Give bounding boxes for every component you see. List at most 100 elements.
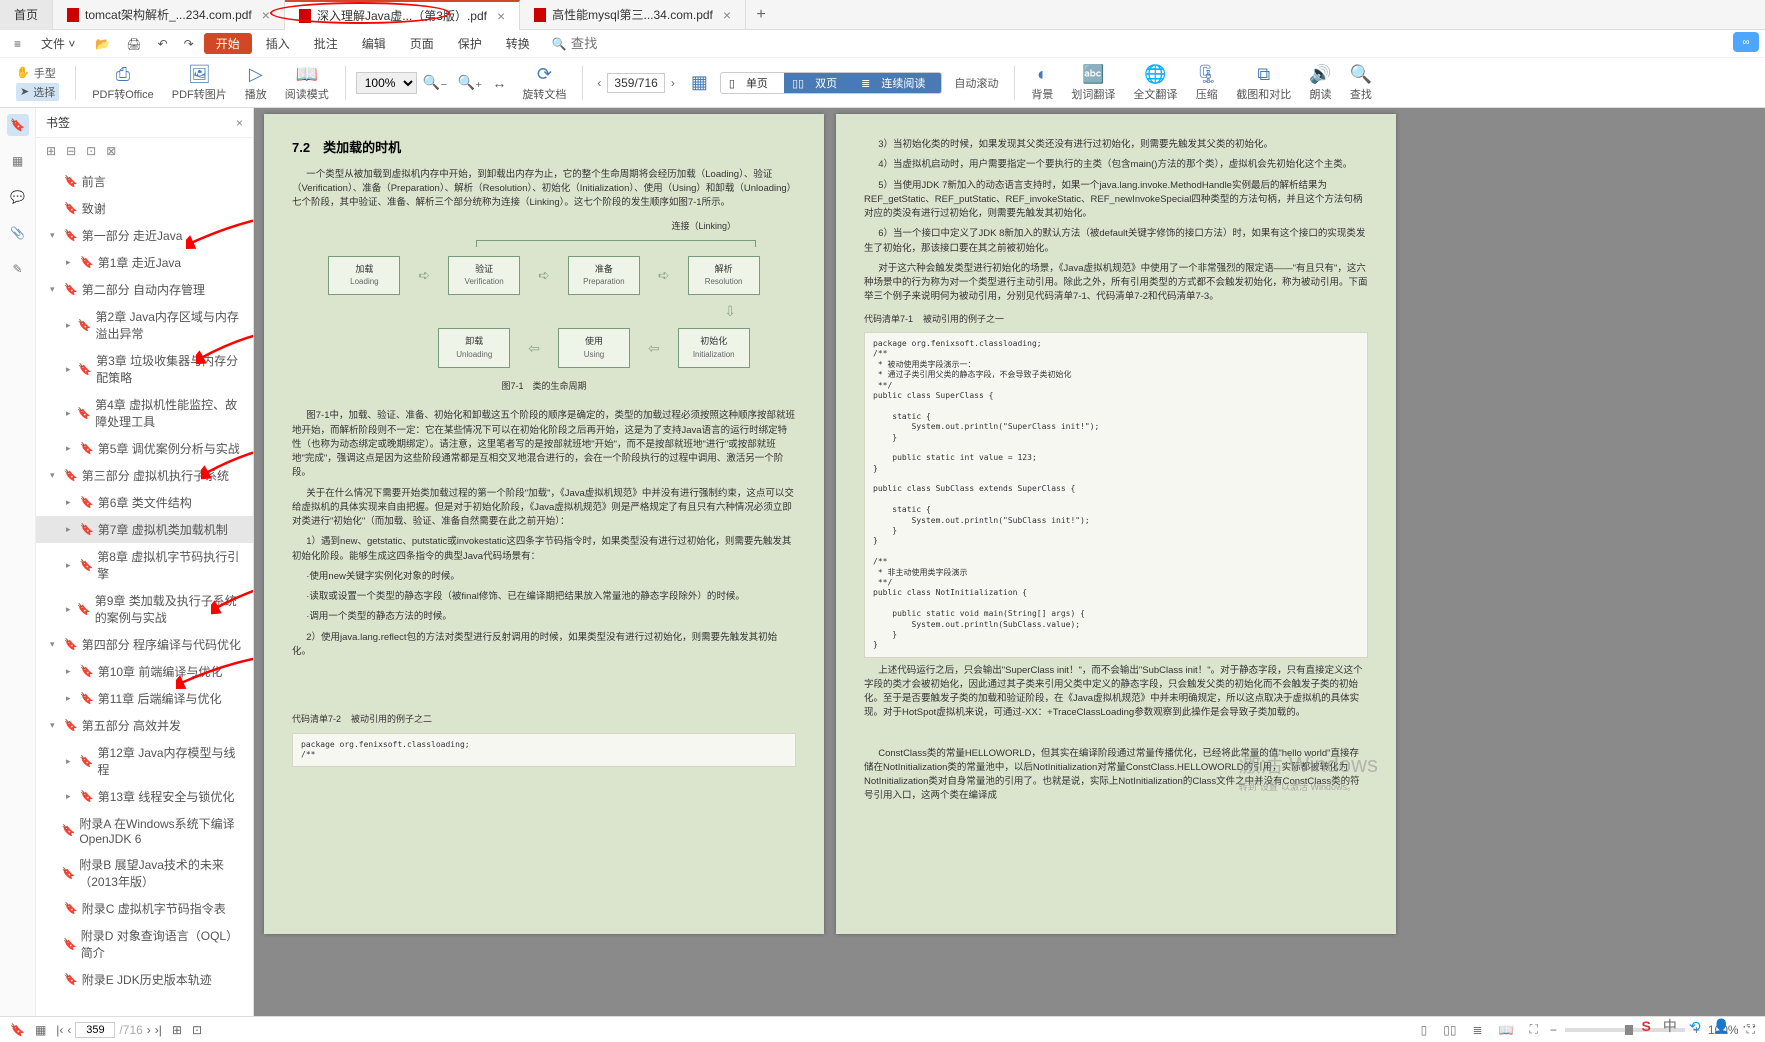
bookmark-node[interactable]: ▾🔖第二部分 自动内存管理 [36,276,253,303]
menu-file[interactable]: 文件 ˅ [31,33,85,54]
tab-doc-0[interactable]: tomcat架构解析_...234.com.pdf × [53,0,285,30]
page-number-input[interactable] [75,1022,115,1038]
bookmark-node[interactable]: ▾🔖第三部分 虚拟机执行子系统 [36,462,253,489]
background-button[interactable]: ◐背景 [1025,64,1059,102]
bookmarks-tab-icon[interactable]: 🔖 [7,114,29,136]
bookmark-node[interactable]: ▸🔖第3章 垃圾收集器与内存分配策略 [36,347,253,391]
bookmark-node[interactable]: 🔖附录B 展望Java技术的未来（2013年版） [36,851,253,895]
tray-icon[interactable]: 中 [1660,1014,1680,1038]
undo-icon[interactable]: ↶ [152,35,174,53]
bookmark-node[interactable]: ▸🔖第10章 前端编译与优化 [36,658,253,685]
find-button[interactable]: 🔍查找 [1344,64,1378,102]
tray-icon[interactable]: 👤 [1710,1016,1733,1037]
bookmark-node[interactable]: ▸🔖第5章 调优案例分析与实战 [36,435,253,462]
zoom-out-icon[interactable]: 🔍₋ [419,74,452,91]
bookmark-node[interactable]: ▸🔖第1章 走近Java [36,249,253,276]
bookmark-node[interactable]: ▸🔖第12章 Java内存模型与线程 [36,739,253,783]
bookmark-node[interactable]: 🔖附录C 虚拟机字节码指令表 [36,895,253,922]
thumbnails-tab-icon[interactable]: ▦ [7,150,29,172]
bookmark-node[interactable]: 🔖致谢 [36,195,253,222]
bookmark-node[interactable]: ▸🔖第13章 线程安全与锁优化 [36,783,253,810]
menu-page[interactable]: 页面 [400,33,444,54]
tray-icon[interactable]: ⋯ [1739,1016,1759,1037]
read-aloud-button[interactable]: 🔊朗读 [1303,64,1337,102]
bookmark-node[interactable]: ▸🔖第6章 类文件结构 [36,489,253,516]
search-input[interactable] [571,36,631,51]
fit-width-icon[interactable]: ↔ [488,75,510,91]
tab-doc-2[interactable]: 高性能mysql第三...34.com.pdf × [520,0,746,30]
play-button[interactable]: ▷播放 [239,64,273,102]
bm-tool-icon[interactable]: ⊟ [66,144,76,158]
bookmark-node[interactable]: ▸🔖第8章 虚拟机字节码执行引擎 [36,543,253,587]
sb-tool-icon[interactable]: ⊞ [172,1023,182,1037]
zoom-out-button[interactable]: − [1550,1023,1557,1037]
bookmark-node[interactable]: ▸🔖第2章 Java内存区域与内存溢出异常 [36,303,253,347]
next-page-icon[interactable]: › [147,1023,151,1037]
bookmark-node[interactable]: ▸🔖第4章 虚拟机性能监控、故障处理工具 [36,391,253,435]
hand-tool[interactable]: ✋ 手型 [16,65,59,81]
zoom-select[interactable]: 100% [356,72,417,94]
view-book-icon[interactable]: 📖 [1495,1021,1518,1039]
menu-protect[interactable]: 保护 [448,33,492,54]
menu-search[interactable]: 🔍 [552,36,631,51]
comments-tab-icon[interactable]: 💬 [7,186,29,208]
tab-home[interactable]: 首页 [0,0,53,30]
menu-start[interactable]: 开始 [204,33,252,54]
menu-insert[interactable]: 插入 [256,33,300,54]
bookmark-node[interactable]: 🔖附录E JDK历史版本轨迹 [36,966,253,993]
first-page-icon[interactable]: |‹ [56,1023,63,1037]
pdf-to-office-button[interactable]: ⎙PDF转Office [86,64,160,102]
tab-doc-1[interactable]: 深入理解Java虚...（第3版）.pdf × [285,0,520,30]
fit-page-icon[interactable]: ⛶ [1525,1020,1541,1039]
zoom-in-icon[interactable]: 🔍₊ [454,74,487,91]
close-icon[interactable]: × [723,7,731,23]
view-cont-icon[interactable]: ≣ [1468,1021,1486,1039]
bm-tool-icon[interactable]: ⊡ [86,144,96,158]
read-mode-button[interactable]: 📖阅读模式 [279,64,335,102]
thumbnails-sb-icon[interactable]: ▦ [35,1023,46,1037]
double-page[interactable]: ▯▯ 双页 [784,73,853,93]
bookmark-node[interactable]: ▾🔖第五部分 高效并发 [36,712,253,739]
bookmark-node[interactable]: 🔖附录D 对象查询语言（OQL）简介 [36,922,253,966]
bm-tool-icon[interactable]: ⊞ [46,144,56,158]
tray-icon[interactable]: ⟲ [1686,1016,1704,1037]
redo-icon[interactable]: ↷ [178,35,200,53]
select-tool[interactable]: ➤ 选择 [16,83,59,101]
close-panel-icon[interactable]: × [236,116,243,130]
page-prev-icon[interactable]: ‹ [593,76,605,90]
menu-convert[interactable]: 转换 [496,33,540,54]
tray-icon[interactable]: S [1638,1016,1653,1036]
page-input[interactable]: 359/716 [607,73,664,93]
open-icon[interactable]: 📂 [89,35,116,53]
prev-page-icon[interactable]: ‹ [67,1023,71,1037]
compress-button[interactable]: 🗜压缩 [1189,64,1224,102]
hamburger-icon[interactable]: ≡ [8,35,27,53]
view-single-icon[interactable]: ▯ [1417,1021,1432,1039]
full-translate-button[interactable]: 🌐全文翻译 [1127,64,1183,102]
layout-toggle[interactable]: ▯ 单页 ▯▯ 双页 ≣ 连续阅读 [720,72,943,94]
crop-compare-button[interactable]: ⧉截图和对比 [1230,64,1297,102]
document-view[interactable]: 7.2 类加载的时机 一个类型从被加载到虚拟机内存中开始，到卸载出内存为止，它的… [254,108,1765,1016]
pdf-to-pic-button[interactable]: 🖼PDF转图片 [166,64,233,102]
continuous-read[interactable]: ≣ 连续阅读 [853,73,941,93]
print-icon[interactable]: 🖨 [120,35,147,53]
close-icon[interactable]: × [262,7,270,23]
menu-edit[interactable]: 编辑 [352,33,396,54]
rotate-button[interactable]: ⟳旋转文档 [516,64,572,102]
bookmark-node[interactable]: ▸🔖第11章 后端编译与优化 [36,685,253,712]
close-icon[interactable]: × [497,8,505,24]
single-page[interactable]: ▯ 单页 [721,73,784,93]
word-translate-button[interactable]: 🔤划词翻译 [1065,64,1121,102]
bookmark-node[interactable]: 🔖附录A 在Windows系统下编译OpenJDK 6 [36,810,253,851]
cloud-sync-icon[interactable]: ∞ [1733,32,1759,52]
last-page-icon[interactable]: ›| [155,1023,162,1037]
bookmark-node[interactable]: ▾🔖第四部分 程序编译与代码优化 [36,631,253,658]
sb-tool-icon[interactable]: ⊡ [192,1023,202,1037]
thumbnails-icon[interactable]: ▦ [685,72,714,94]
bookmark-node[interactable]: 🔖前言 [36,168,253,195]
tab-add-button[interactable]: + [746,6,776,24]
signature-tab-icon[interactable]: ✎ [7,258,29,280]
bm-tool-icon[interactable]: ⊠ [106,144,116,158]
bookmark-node[interactable]: ▸🔖第9章 类加载及执行子系统的案例与实战 [36,587,253,631]
autoscroll-button[interactable]: 自动滚动 [948,75,1004,91]
